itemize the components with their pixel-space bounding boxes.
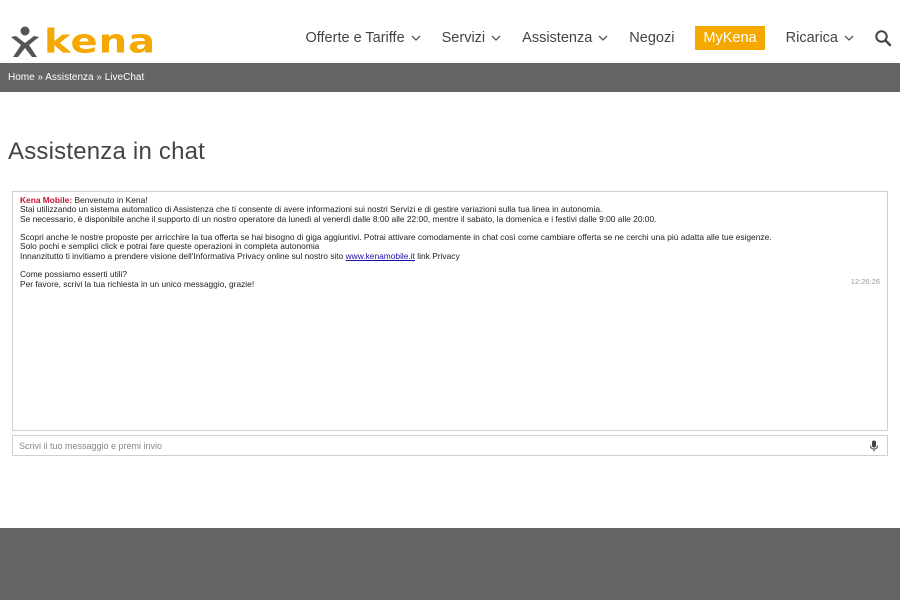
logo-figure-icon — [11, 26, 39, 57]
chat-input-container — [12, 435, 888, 456]
breadcrumb-separator: » — [37, 72, 44, 83]
chevron-down-icon — [844, 35, 854, 41]
chat-line: Se necessario, è disponibile anche il su… — [20, 213, 657, 224]
breadcrumb-home[interactable]: Home — [8, 72, 35, 83]
kena-logo[interactable]: kena — [8, 24, 156, 60]
breadcrumb-current: LiveChat — [104, 72, 145, 83]
logo-wordmark: kena — [44, 23, 157, 61]
nav-ricarica[interactable]: Ricarica — [786, 30, 854, 46]
nav-label: Ricarica — [785, 30, 838, 46]
search-icon[interactable] — [874, 29, 892, 47]
kenamobile-link[interactable]: www.kenamobile.it — [346, 251, 415, 261]
main-nav: Offerte e Tariffe Servizi Assistenza Neg… — [284, 26, 892, 50]
nav-negozi[interactable]: Negozi — [629, 30, 674, 46]
chat-privacy-link-text: link Privacy — [417, 250, 460, 261]
chat-line: Per favore, scrivi la tua richiesta in u… — [20, 278, 255, 289]
nav-label: Servizi — [441, 30, 486, 46]
nav-label: Offerte e Tariffe — [305, 30, 405, 46]
site-header: kena Offerte e Tariffe Servizi Assistenz… — [0, 0, 900, 62]
chat-transcript[interactable]: Kena Mobile: Benvenuto in Kena! Stai uti… — [12, 191, 888, 431]
breadcrumb: Home » Assistenza » LiveChat — [0, 63, 900, 92]
chat-spacer — [20, 261, 880, 270]
site-footer — [0, 528, 900, 600]
nav-label: Assistenza — [522, 30, 593, 46]
chat-timestamp: 12:26:26 — [850, 277, 880, 286]
nav-servizi[interactable]: Servizi — [442, 30, 502, 46]
chat-message-input[interactable] — [13, 436, 853, 456]
nav-label: MyKena — [703, 30, 757, 46]
chevron-down-icon — [411, 35, 421, 41]
chevron-down-icon — [491, 35, 501, 41]
breadcrumb-assistenza[interactable]: Assistenza — [45, 72, 93, 83]
breadcrumb-separator: » — [96, 72, 102, 83]
chevron-down-icon — [598, 35, 608, 41]
nav-assistenza[interactable]: Assistenza — [522, 30, 608, 46]
nav-offerte-tariffe[interactable]: Offerte e Tariffe — [305, 30, 421, 46]
microphone-icon[interactable] — [869, 440, 879, 452]
nav-mykena-button[interactable]: MyKena — [695, 26, 765, 50]
page-title: Assistenza in chat — [8, 138, 206, 165]
chat-privacy-text: Innanzitutto ti invitiamo a prendere vis… — [20, 250, 344, 261]
nav-label: Negozi — [629, 30, 675, 46]
chat-line-privacy: Innanzitutto ti invitiamo a prendere vis… — [20, 250, 880, 261]
